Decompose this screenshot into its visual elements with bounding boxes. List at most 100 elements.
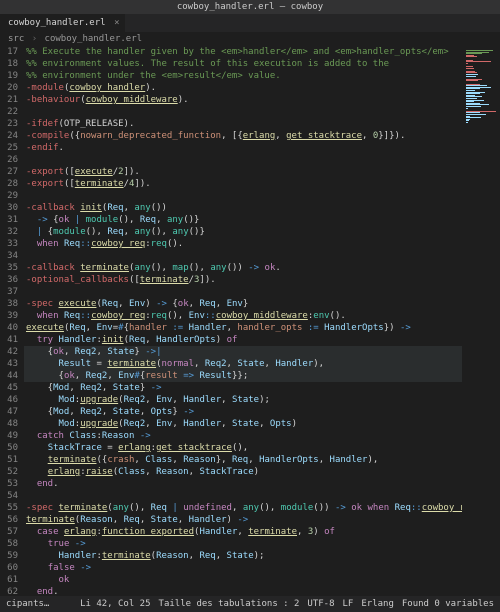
code-line[interactable]: -export([execute/2]).: [24, 166, 462, 178]
line-number: 56: [4, 514, 18, 526]
line-number: 18: [4, 58, 18, 70]
line-number: 37: [4, 286, 18, 298]
window-title: cowboy_handler.erl — cowboy: [0, 0, 500, 14]
line-number: 40: [4, 322, 18, 334]
code-line[interactable]: ok: [24, 574, 462, 586]
minimap-line: [466, 106, 481, 107]
minimap[interactable]: [462, 46, 500, 596]
minimap-line: [466, 56, 477, 57]
code-line[interactable]: -export([terminate/4]).: [24, 178, 462, 190]
code-line[interactable]: -> {ok | module(), Req, any()}: [24, 214, 462, 226]
status-tabs[interactable]: Taille des tabulations : 2: [159, 599, 300, 609]
line-number: 50: [4, 442, 18, 454]
line-number: 30: [4, 202, 18, 214]
code-line[interactable]: terminate({crash, Class, Reason}, Req, H…: [24, 454, 462, 466]
code-line[interactable]: true ->: [24, 538, 462, 550]
minimap-line: [466, 80, 478, 81]
code-line[interactable]: {Mod, Req2, State} ->: [24, 382, 462, 394]
code-line[interactable]: -ifdef(OTP_RELEASE).: [24, 118, 462, 130]
line-number: 52: [4, 466, 18, 478]
code-line[interactable]: -compile({nowarn_deprecated_function, [{…: [24, 130, 462, 142]
code-line[interactable]: {Mod, Req2, State, Opts} ->: [24, 406, 462, 418]
minimap-line: [466, 76, 476, 77]
code-line[interactable]: [24, 190, 462, 202]
status-cursor[interactable]: Li 42, Col 25: [80, 599, 150, 609]
code-line[interactable]: try Handler:init(Req, HandlerOpts) of: [24, 334, 462, 346]
code-line[interactable]: -callback init(Req, any()): [24, 202, 462, 214]
status-lang[interactable]: Erlang: [361, 599, 394, 609]
code-line[interactable]: -callback terminate(any(), map(), any())…: [24, 262, 462, 274]
code-line[interactable]: case erlang:function_exported(Handler, t…: [24, 526, 462, 538]
close-icon[interactable]: ×: [114, 18, 119, 28]
code-line[interactable]: when Req::cowboy_req:req().: [24, 238, 462, 250]
status-bar: cipants… Li 42, Col 25 Taille des tabula…: [0, 596, 500, 612]
code-line[interactable]: Mod:upgrade(Req2, Env, Handler, State, O…: [24, 418, 462, 430]
status-left[interactable]: cipants…: [6, 599, 49, 609]
line-number: 42: [4, 346, 18, 358]
code-line[interactable]: terminate(Reason, Req, State, Handler) -…: [24, 514, 462, 526]
line-number: 19: [4, 70, 18, 82]
code-line[interactable]: %% environment under the <em>result</em>…: [24, 70, 462, 82]
chevron-right-icon: ›: [32, 34, 37, 44]
code-line[interactable]: -endif.: [24, 142, 462, 154]
line-number: 36: [4, 274, 18, 286]
code-line[interactable]: -behaviour(cowboy_middleware).: [24, 94, 462, 106]
line-number: 57: [4, 526, 18, 538]
line-number: 54: [4, 490, 18, 502]
code-line[interactable]: end.: [24, 478, 462, 490]
code-line[interactable]: [24, 490, 462, 502]
line-number: 23: [4, 118, 18, 130]
line-number: 48: [4, 418, 18, 430]
code-line[interactable]: {ok, Req2, State} ->|: [24, 346, 462, 358]
tab-label: cowboy_handler.erl: [8, 18, 106, 28]
breadcrumb-part[interactable]: cowboy_handler.erl: [45, 34, 143, 44]
code-line[interactable]: StackTrace = erlang:get_stacktrace(),: [24, 442, 462, 454]
code-line[interactable]: [24, 106, 462, 118]
minimap-line: [466, 68, 474, 69]
code-line[interactable]: {ok, Req2, Env#{result => Result}};: [24, 370, 462, 382]
code-line[interactable]: Handler:terminate(Reason, Req, State);: [24, 550, 462, 562]
code-editor[interactable]: 1718192021222324252627282930313233343536…: [0, 46, 500, 596]
line-number: 31: [4, 214, 18, 226]
line-number: 49: [4, 430, 18, 442]
code-line[interactable]: Mod:upgrade(Req2, Env, Handler, State);: [24, 394, 462, 406]
line-number: 53: [4, 478, 18, 490]
code-line[interactable]: %% environment values. The result of thi…: [24, 58, 462, 70]
line-number: 34: [4, 250, 18, 262]
line-number: 59: [4, 550, 18, 562]
line-number: 39: [4, 310, 18, 322]
code-line[interactable]: catch Class:Reason ->: [24, 430, 462, 442]
code-area[interactable]: %% Execute the handler given by the <em>…: [24, 46, 462, 596]
code-line[interactable]: -optional_callbacks([terminate/3]).: [24, 274, 462, 286]
breadcrumb[interactable]: src › cowboy_handler.erl: [0, 32, 500, 46]
status-eol[interactable]: LF: [343, 599, 354, 609]
line-number: 60: [4, 562, 18, 574]
line-gutter: 1718192021222324252627282930313233343536…: [0, 46, 24, 596]
line-number: 28: [4, 178, 18, 190]
status-vars[interactable]: Found 0 variables: [402, 599, 494, 609]
line-number: 17: [4, 46, 18, 58]
code-line[interactable]: -module(cowboy_handler).: [24, 82, 462, 94]
code-line[interactable]: false ->: [24, 562, 462, 574]
code-line[interactable]: Result = terminate(normal, Req2, State, …: [24, 358, 462, 370]
code-line[interactable]: | {module(), Req, any(), any()}: [24, 226, 462, 238]
code-line[interactable]: end.: [24, 586, 462, 596]
code-line[interactable]: when Req::cowboy_req:req(), Env::cowboy_…: [24, 310, 462, 322]
breadcrumb-part[interactable]: src: [8, 34, 24, 44]
code-line[interactable]: erlang:raise(Class, Reason, StackTrace): [24, 466, 462, 478]
tab-file[interactable]: cowboy_handler.erl ×: [0, 14, 125, 32]
line-number: 32: [4, 226, 18, 238]
code-line[interactable]: [24, 286, 462, 298]
minimap-line: [466, 122, 468, 123]
code-line[interactable]: [24, 250, 462, 262]
line-number: 51: [4, 454, 18, 466]
code-line[interactable]: [24, 154, 462, 166]
code-line[interactable]: %% Execute the handler given by the <em>…: [24, 46, 462, 58]
code-line[interactable]: execute(Req, Env=#{handler := Handler, h…: [24, 322, 462, 334]
code-line[interactable]: -spec terminate(any(), Req | undefined, …: [24, 502, 462, 514]
line-number: 26: [4, 154, 18, 166]
line-number: 33: [4, 238, 18, 250]
status-encoding[interactable]: UTF-8: [307, 599, 334, 609]
line-number: 58: [4, 538, 18, 550]
code-line[interactable]: -spec execute(Req, Env) -> {ok, Req, Env…: [24, 298, 462, 310]
